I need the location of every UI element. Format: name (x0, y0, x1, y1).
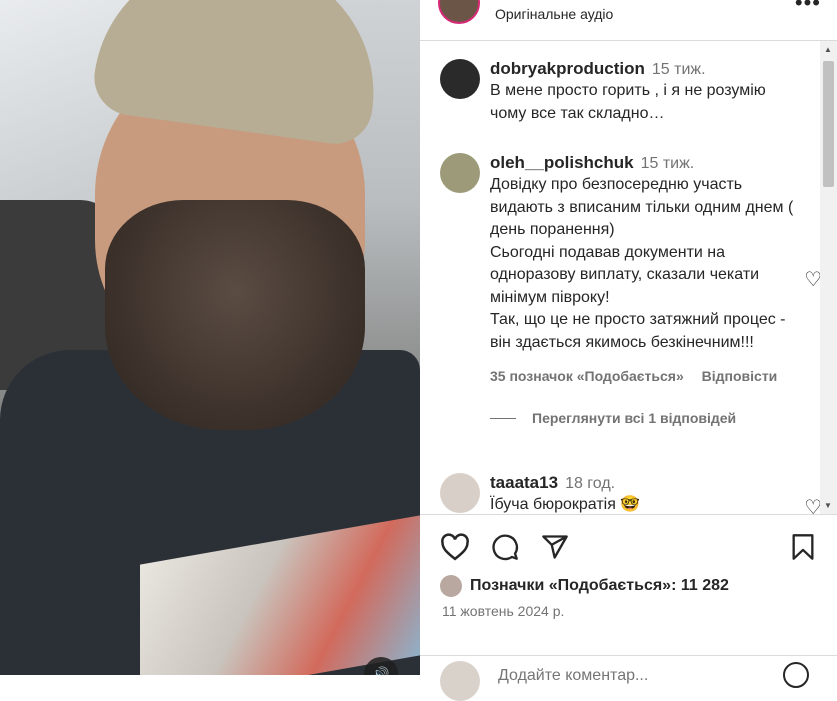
view-replies-label: Переглянути всі 1 відповідей (532, 410, 737, 426)
comment-time: 15 тиж. (651, 61, 706, 78)
beard (105, 200, 365, 430)
comment-text: В мене просто горить , і я не розумію чо… (490, 82, 766, 122)
comment-username[interactable]: taaata13 (490, 473, 558, 492)
heart-icon[interactable]: ♡ (804, 495, 820, 514)
comment-likes[interactable]: 35 позначок «Подобається» (490, 368, 684, 384)
post-actions: Позначки «Подобається»: 11 282 11 жовтен… (420, 514, 837, 701)
heart-icon[interactable] (440, 533, 470, 561)
scrollbar-thumb[interactable] (823, 61, 834, 187)
scroll-up-icon[interactable]: ▲ (824, 45, 832, 54)
my-avatar (440, 661, 480, 701)
comment-time: 18 год. (565, 475, 616, 492)
post-header: Оригінальне аудіо ••• (420, 0, 837, 41)
audio-link[interactable]: Оригінальне аудіо (495, 6, 613, 22)
more-options-icon[interactable]: ••• (795, 0, 821, 16)
author-avatar[interactable] (438, 0, 480, 24)
add-comment-bar (420, 655, 837, 701)
comments-scrollbar[interactable]: ▲ ▼ (820, 41, 837, 514)
comment-username[interactable]: dobryakproduction (490, 59, 645, 78)
replies-divider (490, 417, 516, 419)
view-replies-button[interactable]: Переглянути всі 1 відповідей (490, 410, 805, 426)
commenter-avatar[interactable] (440, 59, 480, 99)
liker-avatar (440, 575, 462, 597)
commenter-avatar[interactable] (440, 153, 480, 193)
likes-count[interactable]: Позначки «Подобається»: 11 282 (470, 577, 729, 595)
post-date: 11 жовтень 2024 р. (442, 603, 565, 619)
post-panel: Оригінальне аудіо ••• dobryakproduction 1… (420, 0, 837, 701)
share-icon[interactable] (540, 533, 570, 561)
comment-text: Їбуча бюрократія 🤓 (490, 496, 641, 513)
comment-text: Довідку про безпосередню участь видають … (490, 176, 794, 351)
heart-icon[interactable]: ♡ (804, 267, 820, 292)
reply-button[interactable]: Відповісти (702, 368, 778, 384)
comments-list: dobryakproduction 15 тиж. В мене просто г… (420, 41, 820, 514)
likes-summary[interactable]: Позначки «Подобається»: 11 282 (440, 575, 729, 597)
bookmark-icon[interactable] (790, 533, 816, 561)
comment-icon[interactable] (490, 533, 520, 561)
emoji-icon[interactable] (783, 662, 809, 688)
reel-video[interactable]: 🔊 (0, 0, 420, 675)
commenter-avatar[interactable] (440, 473, 480, 513)
scroll-down-icon[interactable]: ▼ (824, 501, 832, 510)
comment-time: 15 тиж. (640, 155, 695, 172)
comment-username[interactable]: oleh__polishchuk (490, 153, 634, 172)
comment-input[interactable] (496, 666, 760, 686)
